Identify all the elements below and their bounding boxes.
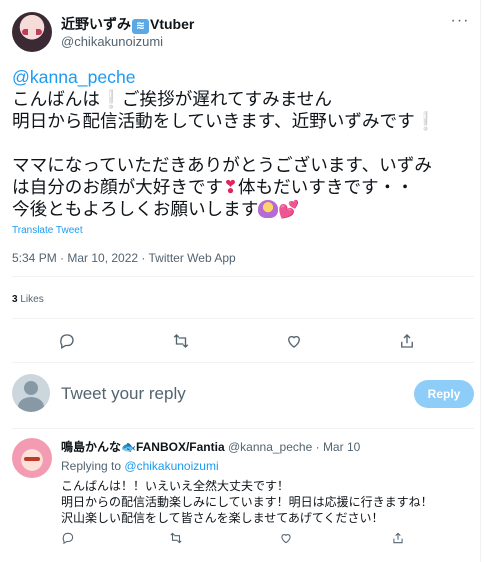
tweet-line: ママになっていただきありがとうございます、いずみ [12,155,432,175]
replying-to-label: Replying to [61,459,122,473]
tweet-line: は自分のお顔が大好きです [12,177,224,197]
reply-author-name[interactable]: 鳴島かんな [61,440,121,454]
scrollbar-track[interactable] [480,0,486,562]
reply-author-name-suffix[interactable]: FANBOX/Fantia [136,440,225,454]
divider [12,318,474,319]
user-avatar [12,374,50,412]
likes-label: Likes [20,294,44,305]
reply-composer: Tweet your reply Reply [12,374,474,416]
reply-actions [61,531,461,547]
two-hearts-icon: 💕 [278,200,300,219]
tweet-line: 今後ともよろしくお願いします [12,199,259,219]
tweet-actions [0,332,480,352]
reply-date[interactable]: Mar 10 [323,440,360,454]
mention-link[interactable]: @kanna_peche [12,67,136,87]
reply-separator: · [315,440,320,454]
reply-author-handle[interactable]: @kanna_peche [228,440,312,454]
reply-line: こんばんは！！いえいえ全然大丈夫です！ [61,479,290,493]
reply-author-avatar[interactable] [12,438,52,478]
author-name-suffix: Vtuber [150,16,195,32]
like-heart-icon[interactable] [285,332,305,352]
exclamation-icon: ❕ [414,111,437,131]
divider [12,362,474,363]
likes-count: 3 [12,294,18,305]
author-display-name[interactable]: 近野いずみ ≋ Vtuber [61,14,194,34]
translate-tweet-link[interactable]: Translate Tweet [12,225,83,236]
reply-button[interactable]: Reply [414,380,474,408]
reply-body: こんばんは！！いえいえ全然大丈夫です！ 明日からの配信活動楽しみにしています！明… [61,478,433,526]
author-avatar[interactable] [12,12,52,52]
retweet-icon[interactable] [172,332,192,352]
replying-to-mention[interactable]: @chikakunoizumi [124,459,218,473]
likes-count-link[interactable]: 3 Likes [12,294,44,305]
tweet-line: 明日から配信活動をしていきます、近野いずみです [12,111,415,131]
reply-tweet[interactable]: 鳴島かんな🐟FANBOX/Fantia @kanna_peche · Mar 1… [12,438,474,554]
reply-line: 沢山楽しい配信をして皆さんを楽しませてあげてください！ [61,511,384,525]
reply-line: 明日からの配信活動楽しみにしています！明日は応援に行きますね！ [61,495,433,509]
divider [12,428,474,429]
reply-input[interactable]: Tweet your reply [61,384,186,404]
fish-icon: 🐟 [121,440,136,454]
author-name-text: 近野いずみ [61,16,131,32]
heart-exclamation-icon: ❣ [223,177,238,197]
author-handle[interactable]: @chikakunoizumi [61,34,163,49]
replying-to: Replying to @chikakunoizumi [61,459,219,473]
share-icon[interactable] [391,531,407,547]
tweet-body: @kanna_peche こんばんは❕ご挨拶が遅れてすみません 明日から配信活動… [12,66,474,221]
share-icon[interactable] [398,332,418,352]
divider [12,276,474,277]
tweet-timestamp[interactable]: 5:34 PM · Mar 10, 2022 · Twitter Web App [12,251,236,265]
exclamation-icon: ❕ [99,89,122,109]
tweet-line: こんばんは [12,89,100,109]
reply-icon[interactable] [61,531,77,547]
water-wave-icon: ≋ [132,19,149,34]
reply-header: 鳴島かんな🐟FANBOX/Fantia @kanna_peche · Mar 1… [61,438,360,455]
tweet-line: 体もだいすきです・・ [237,177,414,197]
like-heart-icon[interactable] [279,531,295,547]
tweet-line: ご挨拶が遅れてすみません [121,89,332,109]
retweet-icon[interactable] [169,531,185,547]
more-options-icon[interactable]: ··· [448,13,472,34]
reply-icon[interactable] [58,332,78,352]
person-bowing-icon [258,200,279,218]
tweet-author-row: 近野いずみ ≋ Vtuber @chikakunoizumi ··· [12,12,472,54]
